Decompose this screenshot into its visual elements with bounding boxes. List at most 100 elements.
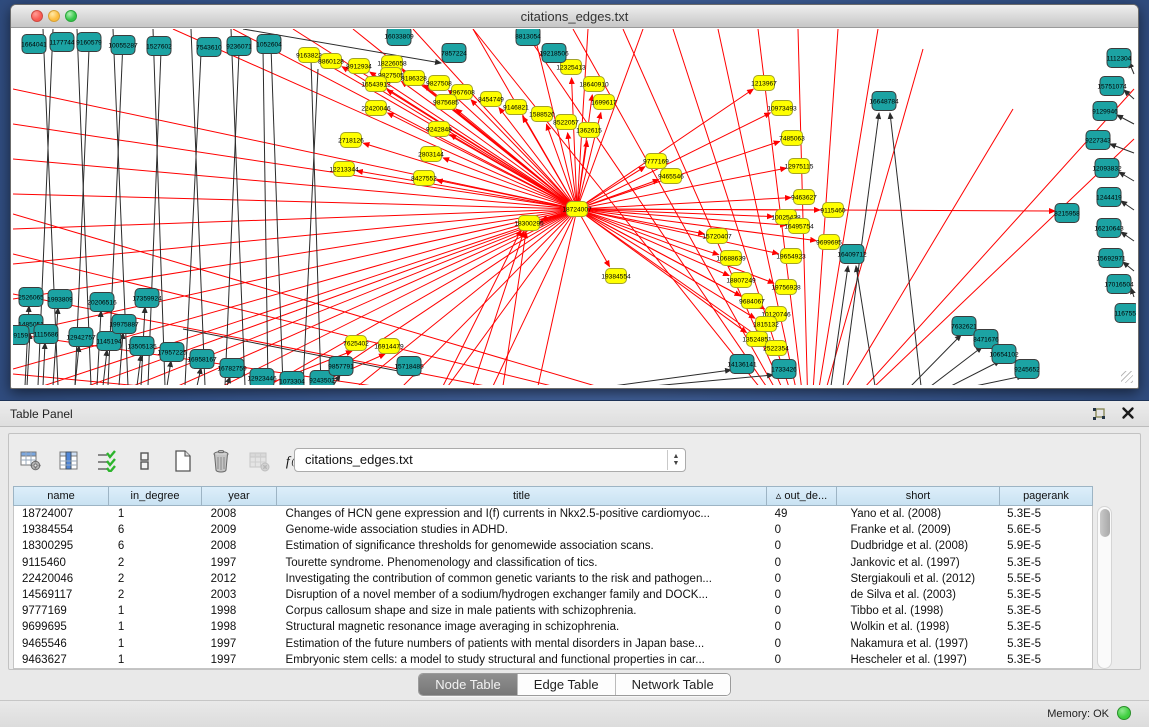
graph-node-teal[interactable]: 7543610 — [196, 38, 222, 57]
graph-node-yellow[interactable]: 9463627 — [791, 190, 817, 205]
graph-node-yellow[interactable]: 8454749 — [478, 92, 504, 107]
graph-node-teal[interactable]: 9857791 — [328, 357, 354, 376]
graph-node-teal[interactable]: 1527602 — [146, 37, 172, 56]
graph-node-yellow[interactable]: 1699617 — [591, 95, 617, 110]
graph-node-teal[interactable]: 7857224 — [441, 44, 467, 63]
graph-node-yellow[interactable]: 9146821 — [503, 100, 529, 115]
network-svg[interactable]: 9163822886012889129341822605898275051654… — [13, 29, 1136, 385]
graph-node-teal[interactable]: 20206516 — [87, 293, 117, 312]
graph-node-teal[interactable]: 16958167 — [187, 350, 217, 369]
graph-node-teal[interactable]: 1177744 — [49, 33, 75, 52]
graph-node-yellow[interactable]: 2718126 — [338, 133, 364, 148]
graph-node-yellow[interactable]: 2803144 — [418, 147, 444, 162]
graph-node-teal[interactable]: 2526065 — [18, 288, 44, 307]
network-canvas[interactable]: 9163822886012889129341822605898275051654… — [13, 29, 1136, 385]
table-row[interactable]: 1872400712008Changes of HCN gene express… — [14, 506, 1092, 522]
memory-status-indicator[interactable] — [1117, 706, 1131, 720]
graph-node-teal[interactable]: 1993809 — [47, 290, 73, 309]
graph-node-teal[interactable]: 16648784 — [869, 92, 899, 111]
graph-node-teal[interactable]: 7632621 — [951, 317, 977, 336]
graph-node-teal[interactable]: 16782759 — [217, 359, 247, 378]
graph-node-yellow[interactable]: 7485063 — [779, 131, 805, 146]
tab-network-table[interactable]: Network Table — [615, 674, 730, 695]
graph-node-yellow[interactable]: 19384554 — [601, 269, 631, 284]
graph-node-teal[interactable]: 16033809 — [384, 29, 414, 46]
network-window-titlebar[interactable]: citations_edges.txt — [11, 5, 1138, 28]
graph-node-yellow[interactable]: 8912934 — [346, 59, 372, 74]
graph-node-yellow[interactable]: 22420046 — [361, 101, 391, 116]
graph-node-yellow[interactable]: 9827508 — [426, 76, 452, 91]
delete-column-icon[interactable] — [247, 449, 271, 473]
graph-node-yellow[interactable]: 9699695 — [816, 235, 842, 250]
graph-node-teal[interactable]: 15751074 — [1097, 77, 1127, 96]
graph-node-yellow[interactable]: 19654923 — [776, 249, 806, 264]
graph-node-yellow[interactable]: 19756928 — [771, 280, 801, 295]
graph-node-teal[interactable]: 15692971 — [1096, 249, 1126, 268]
column-header-name[interactable]: name — [13, 486, 109, 506]
graph-node-teal[interactable]: 16409712 — [837, 245, 867, 264]
graph-node-teal[interactable]: 17016504 — [1104, 275, 1134, 294]
graph-node-yellow[interactable]: 9115460 — [820, 203, 846, 218]
graph-node-yellow[interactable]: 18640910 — [579, 77, 609, 92]
graph-node-yellow[interactable]: 16495754 — [784, 219, 814, 234]
delete-table-icon[interactable] — [209, 449, 233, 473]
graph-node-yellow[interactable]: 2522354 — [763, 341, 789, 356]
graph-node-teal[interactable]: 9245652 — [1014, 360, 1040, 379]
graph-node-yellow[interactable]: 1588520 — [529, 107, 555, 122]
new-table-icon[interactable] — [171, 449, 195, 473]
graph-node-teal[interactable]: 1115686 — [34, 325, 59, 344]
window-resize-grip[interactable] — [1121, 371, 1133, 383]
graph-node-teal[interactable]: 17957225 — [157, 343, 187, 362]
graph-node-teal[interactable]: 19218506 — [539, 44, 569, 63]
graph-node-teal[interactable]: 1167553 — [1114, 304, 1136, 323]
merge-rows-icon[interactable] — [133, 449, 157, 473]
graph-node-teal[interactable]: 9129946 — [1092, 102, 1118, 121]
graph-node-yellow[interactable]: 16914479 — [374, 339, 404, 354]
scrollbar-thumb[interactable] — [1100, 509, 1110, 537]
column-header-title[interactable]: title — [277, 486, 767, 506]
graph-node-yellow[interactable]: 1213967 — [751, 76, 777, 91]
select-columns-icon[interactable] — [57, 449, 81, 473]
table-row[interactable]: 1938455462009Genome-wide association stu… — [14, 522, 1092, 538]
graph-node-teal[interactable]: 10654102 — [989, 345, 1019, 364]
column-header-out_de[interactable]: ▵ out_de... — [767, 486, 837, 506]
graph-node-yellow[interactable]: 1362615 — [576, 123, 602, 138]
graph-node-teal[interactable]: 939159 — [13, 326, 29, 345]
table-row[interactable]: 1456911722003Disruption of a novel membe… — [14, 587, 1092, 603]
tab-node-table[interactable]: Node Table — [419, 674, 517, 695]
graph-node-teal[interactable]: 17359924 — [132, 289, 162, 308]
graph-node-yellow[interactable]: 7625402 — [343, 336, 369, 351]
table-row[interactable]: 946362711997Embryonic stem cells: a mode… — [14, 652, 1092, 668]
graph-node-teal[interactable]: 19975887 — [109, 315, 139, 334]
graph-node-yellow[interactable]: 1815132 — [753, 317, 779, 332]
column-header-in_degree[interactable]: in_degree — [109, 486, 202, 506]
select-rows-icon[interactable] — [95, 449, 119, 473]
graph-node-teal[interactable]: 9236071 — [226, 37, 252, 56]
table-selector-dropdown[interactable]: citations_edges.txt ▲▼ — [294, 448, 686, 472]
close-icon[interactable] — [1121, 406, 1135, 420]
graph-node-yellow[interactable]: 12213344 — [329, 162, 359, 177]
graph-node-yellow[interactable]: 8860128 — [318, 54, 344, 69]
table-row[interactable]: 977716911998Corpus callosum shape and si… — [14, 603, 1092, 619]
graph-node-teal[interactable]: 1073304 — [279, 372, 305, 386]
graph-node-teal[interactable]: 1664041 — [21, 35, 47, 54]
graph-node-teal[interactable]: 12942757 — [66, 328, 96, 347]
graph-node-yellow[interactable]: 8186328 — [401, 71, 427, 86]
graph-node-teal[interactable]: 10055287 — [108, 36, 138, 55]
graph-node-yellow[interactable]: 9875685 — [433, 95, 459, 110]
graph-node-yellow[interactable]: 9777169 — [643, 154, 669, 169]
table-row[interactable]: 946554611997Estimation of the future num… — [14, 636, 1092, 652]
column-header-short[interactable]: short — [837, 486, 1000, 506]
graph-node-yellow[interactable]: 8427552 — [411, 171, 437, 186]
graph-node-teal[interactable]: 12923446 — [247, 369, 277, 386]
graph-node-teal[interactable]: 8215958 — [1054, 204, 1080, 223]
graph-node-yellow[interactable]: 9465546 — [658, 169, 684, 184]
graph-node-yellow[interactable]: 9684067 — [739, 294, 765, 309]
graph-node-yellow[interactable]: 15720407 — [702, 229, 732, 244]
graph-node-yellow[interactable]: 10688639 — [716, 251, 746, 266]
graph-node-teal[interactable]: 1145194 — [96, 332, 122, 351]
column-header-year[interactable]: year — [202, 486, 277, 506]
graph-node-teal[interactable]: 16210643 — [1094, 219, 1124, 238]
graph-node-yellow[interactable]: 10973493 — [767, 101, 797, 116]
table-vertical-scrollbar[interactable] — [1097, 506, 1112, 669]
